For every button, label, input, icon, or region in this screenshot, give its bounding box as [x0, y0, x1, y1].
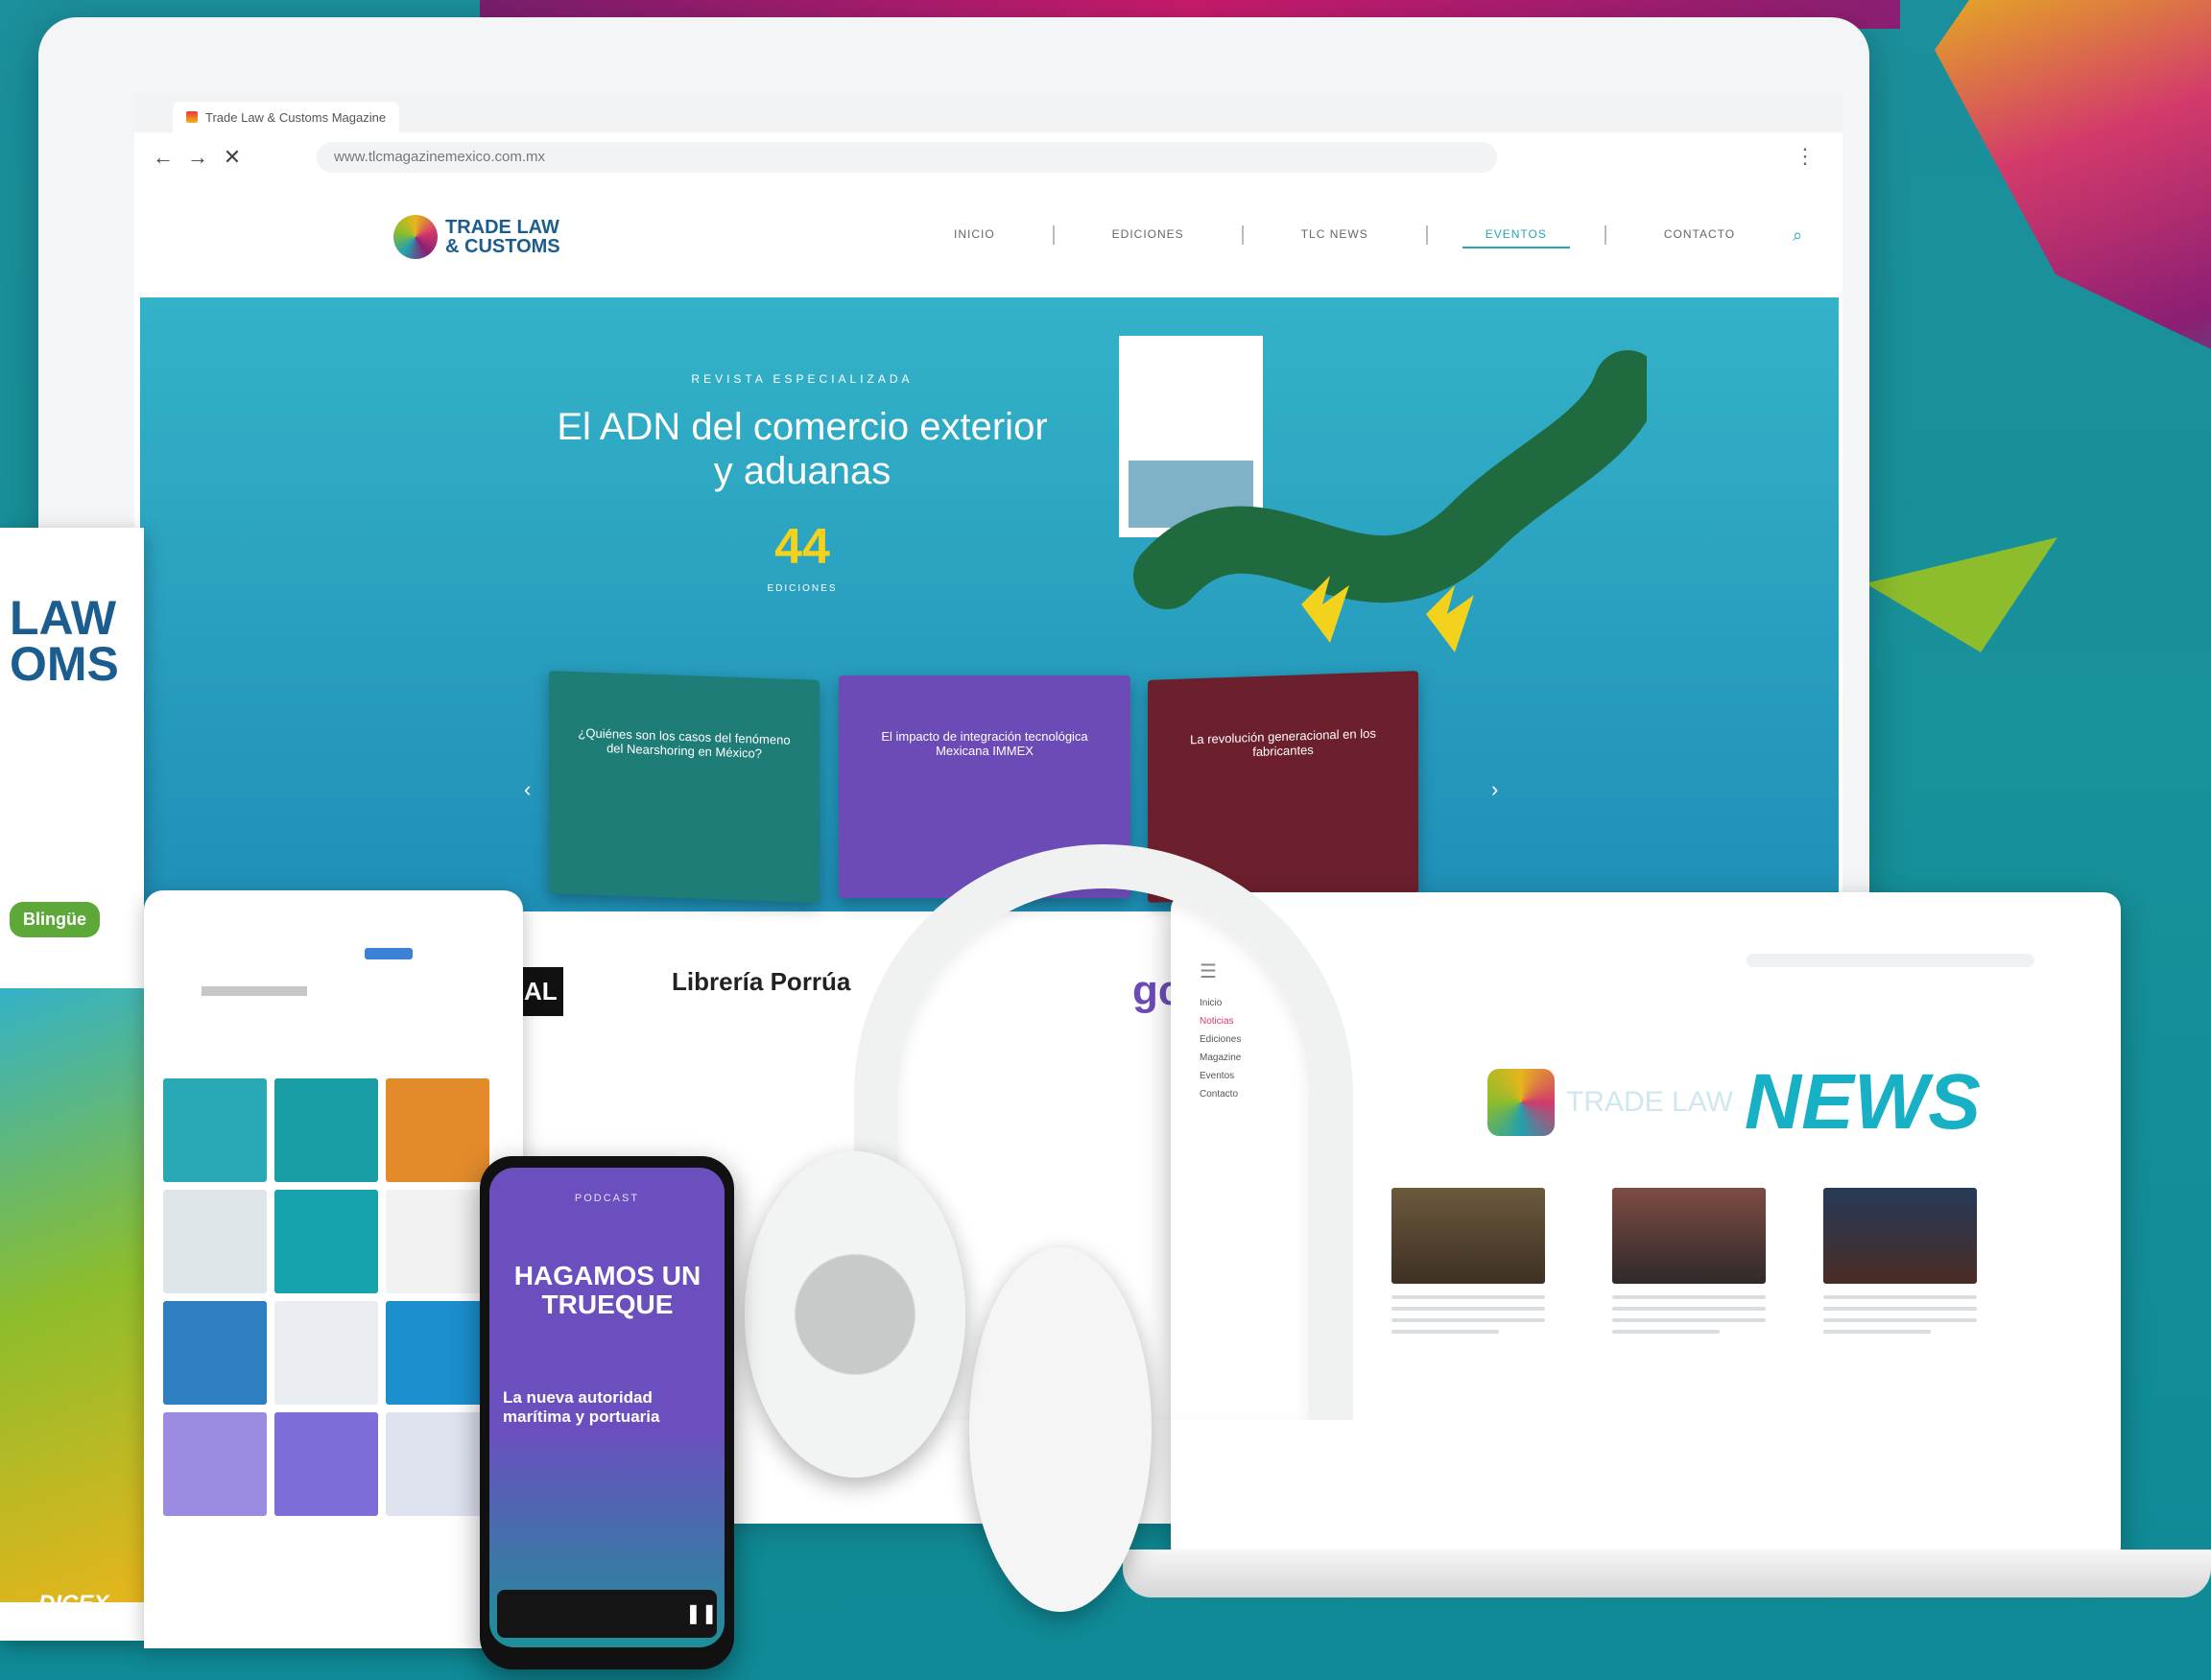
nav-eventos[interactable]: EVENTOS: [1462, 222, 1570, 248]
news-logo-word: NEWS: [1744, 1058, 1981, 1146]
nav-divider: [1425, 225, 1428, 245]
decorative-leaf: [1866, 537, 2057, 652]
browser-tab[interactable]: Trade Law & Customs Magazine: [173, 102, 400, 132]
kebab-menu-icon[interactable]: ⋮: [1795, 144, 1816, 169]
news-logo: TRADE LAW NEWS: [1487, 1057, 1981, 1148]
site-logo[interactable]: TRADE LAW & CUSTOMS: [393, 194, 585, 280]
search-icon[interactable]: ⌕: [1793, 225, 1802, 246]
player-bar: ❚❚: [497, 1590, 718, 1638]
post-thumb[interactable]: [163, 1078, 267, 1182]
podcast-label: PODCAST: [574, 1193, 640, 1204]
hero-title: El ADN del comercio exterior y aduanas: [557, 406, 1048, 492]
editions-count: 44: [774, 519, 830, 575]
pause-icon[interactable]: ❚❚: [685, 1601, 718, 1625]
post-thumb[interactable]: [274, 1190, 378, 1293]
news-excerpt: [1823, 1295, 1977, 1362]
tablet-logo: LAW OMS: [10, 591, 119, 691]
magazine-tablet: LAW OMS Blingüe DICEX: [0, 528, 144, 1641]
tablet-cover-art: [0, 988, 144, 1602]
bilingual-badge: Blingüe: [10, 902, 100, 937]
post-thumb[interactable]: [386, 1190, 489, 1293]
nav-tlc-news[interactable]: TLC NEWS: [1278, 222, 1391, 248]
news-logo-prefix: TRADE LAW: [1566, 1086, 1733, 1118]
news-photo[interactable]: [1823, 1188, 1977, 1284]
post-thumb[interactable]: [163, 1301, 267, 1405]
site-header: TRADE LAW & CUSTOMS INICIO EDICIONES TLC …: [134, 182, 1842, 288]
social-tablet: [144, 890, 523, 1648]
news-photo[interactable]: [1612, 1188, 1766, 1284]
news-logo-mark-icon: [1487, 1069, 1555, 1136]
editions-label: EDICIONES: [767, 583, 838, 594]
post-thumb[interactable]: [386, 1078, 489, 1182]
podcast-screen: PODCAST HAGAMOS UN TRUEQUE La nueva auto…: [489, 1168, 725, 1647]
forward-icon[interactable]: →: [184, 144, 211, 171]
post-thumb[interactable]: [274, 1078, 378, 1182]
partner-logo: Librería Porrúa: [672, 967, 851, 996]
profile-name: [202, 986, 307, 996]
post-thumb[interactable]: [163, 1412, 267, 1516]
podcast-title: HAGAMOS UN TRUEQUE: [513, 1261, 701, 1319]
logo-mark-icon: [393, 215, 438, 259]
main-nav: INICIO EDICIONES TLC NEWS EVENTOS CONTAC…: [931, 221, 1802, 249]
close-icon[interactable]: ✕: [219, 144, 246, 171]
episode-title: La nueva autoridad marítima y portuaria: [503, 1388, 660, 1426]
tab-bar: Trade Law & Customs Magazine: [134, 94, 1842, 132]
post-thumb[interactable]: [386, 1301, 489, 1405]
hero-section: REVISTA ESPECIALIZADA El ADN del comerci…: [140, 297, 1839, 911]
post-thumb[interactable]: [386, 1412, 489, 1516]
favicon-icon: [186, 111, 198, 123]
nav-ediciones[interactable]: EDICIONES: [1089, 222, 1207, 248]
carousel-prev-icon[interactable]: ‹: [524, 777, 531, 802]
nav-divider: [1052, 225, 1055, 245]
headphones-cup-left: [745, 1151, 965, 1478]
follow-button[interactable]: [365, 948, 413, 959]
post-thumb[interactable]: [274, 1301, 378, 1405]
back-icon[interactable]: ←: [150, 144, 177, 171]
decorative-ribbon-right: [1935, 0, 2211, 349]
post-thumb[interactable]: [163, 1190, 267, 1293]
nav-inicio[interactable]: INICIO: [931, 222, 1018, 248]
hero-kicker: REVISTA ESPECIALIZADA: [691, 372, 914, 386]
partner-logo: AL: [518, 967, 563, 1016]
news-excerpt: [1612, 1295, 1766, 1362]
address-bar-row: ← → ✕ www.tlcmagazinemexico.com.mx ⋮: [134, 132, 1842, 183]
nav-divider: [1241, 225, 1244, 245]
news-photo[interactable]: [1391, 1188, 1545, 1284]
logo-text: TRADE LAW & CUSTOMS: [445, 217, 560, 257]
carousel-next-icon[interactable]: ›: [1491, 777, 1498, 802]
laptop-base: [1123, 1550, 2211, 1597]
search-bar[interactable]: [1747, 954, 2034, 967]
post-grid: [163, 1078, 513, 1516]
post-thumb[interactable]: [274, 1412, 378, 1516]
news-excerpt: [1391, 1295, 1545, 1362]
dicex-logo: DICEX: [38, 1591, 109, 1617]
headphones-cup-right: [969, 1247, 1152, 1612]
tab-title: Trade Law & Customs Magazine: [205, 109, 387, 125]
magazine-illustration: [1119, 336, 1647, 652]
url-field[interactable]: www.tlcmagazinemexico.com.mx: [317, 142, 1497, 173]
carousel-card[interactable]: ¿Quiénes son los casos del fenómeno del …: [549, 671, 820, 903]
nav-divider: [1604, 225, 1606, 245]
phone-frame: PODCAST HAGAMOS UN TRUEQUE La nueva auto…: [480, 1156, 734, 1669]
nav-contacto[interactable]: CONTACTO: [1641, 222, 1758, 248]
